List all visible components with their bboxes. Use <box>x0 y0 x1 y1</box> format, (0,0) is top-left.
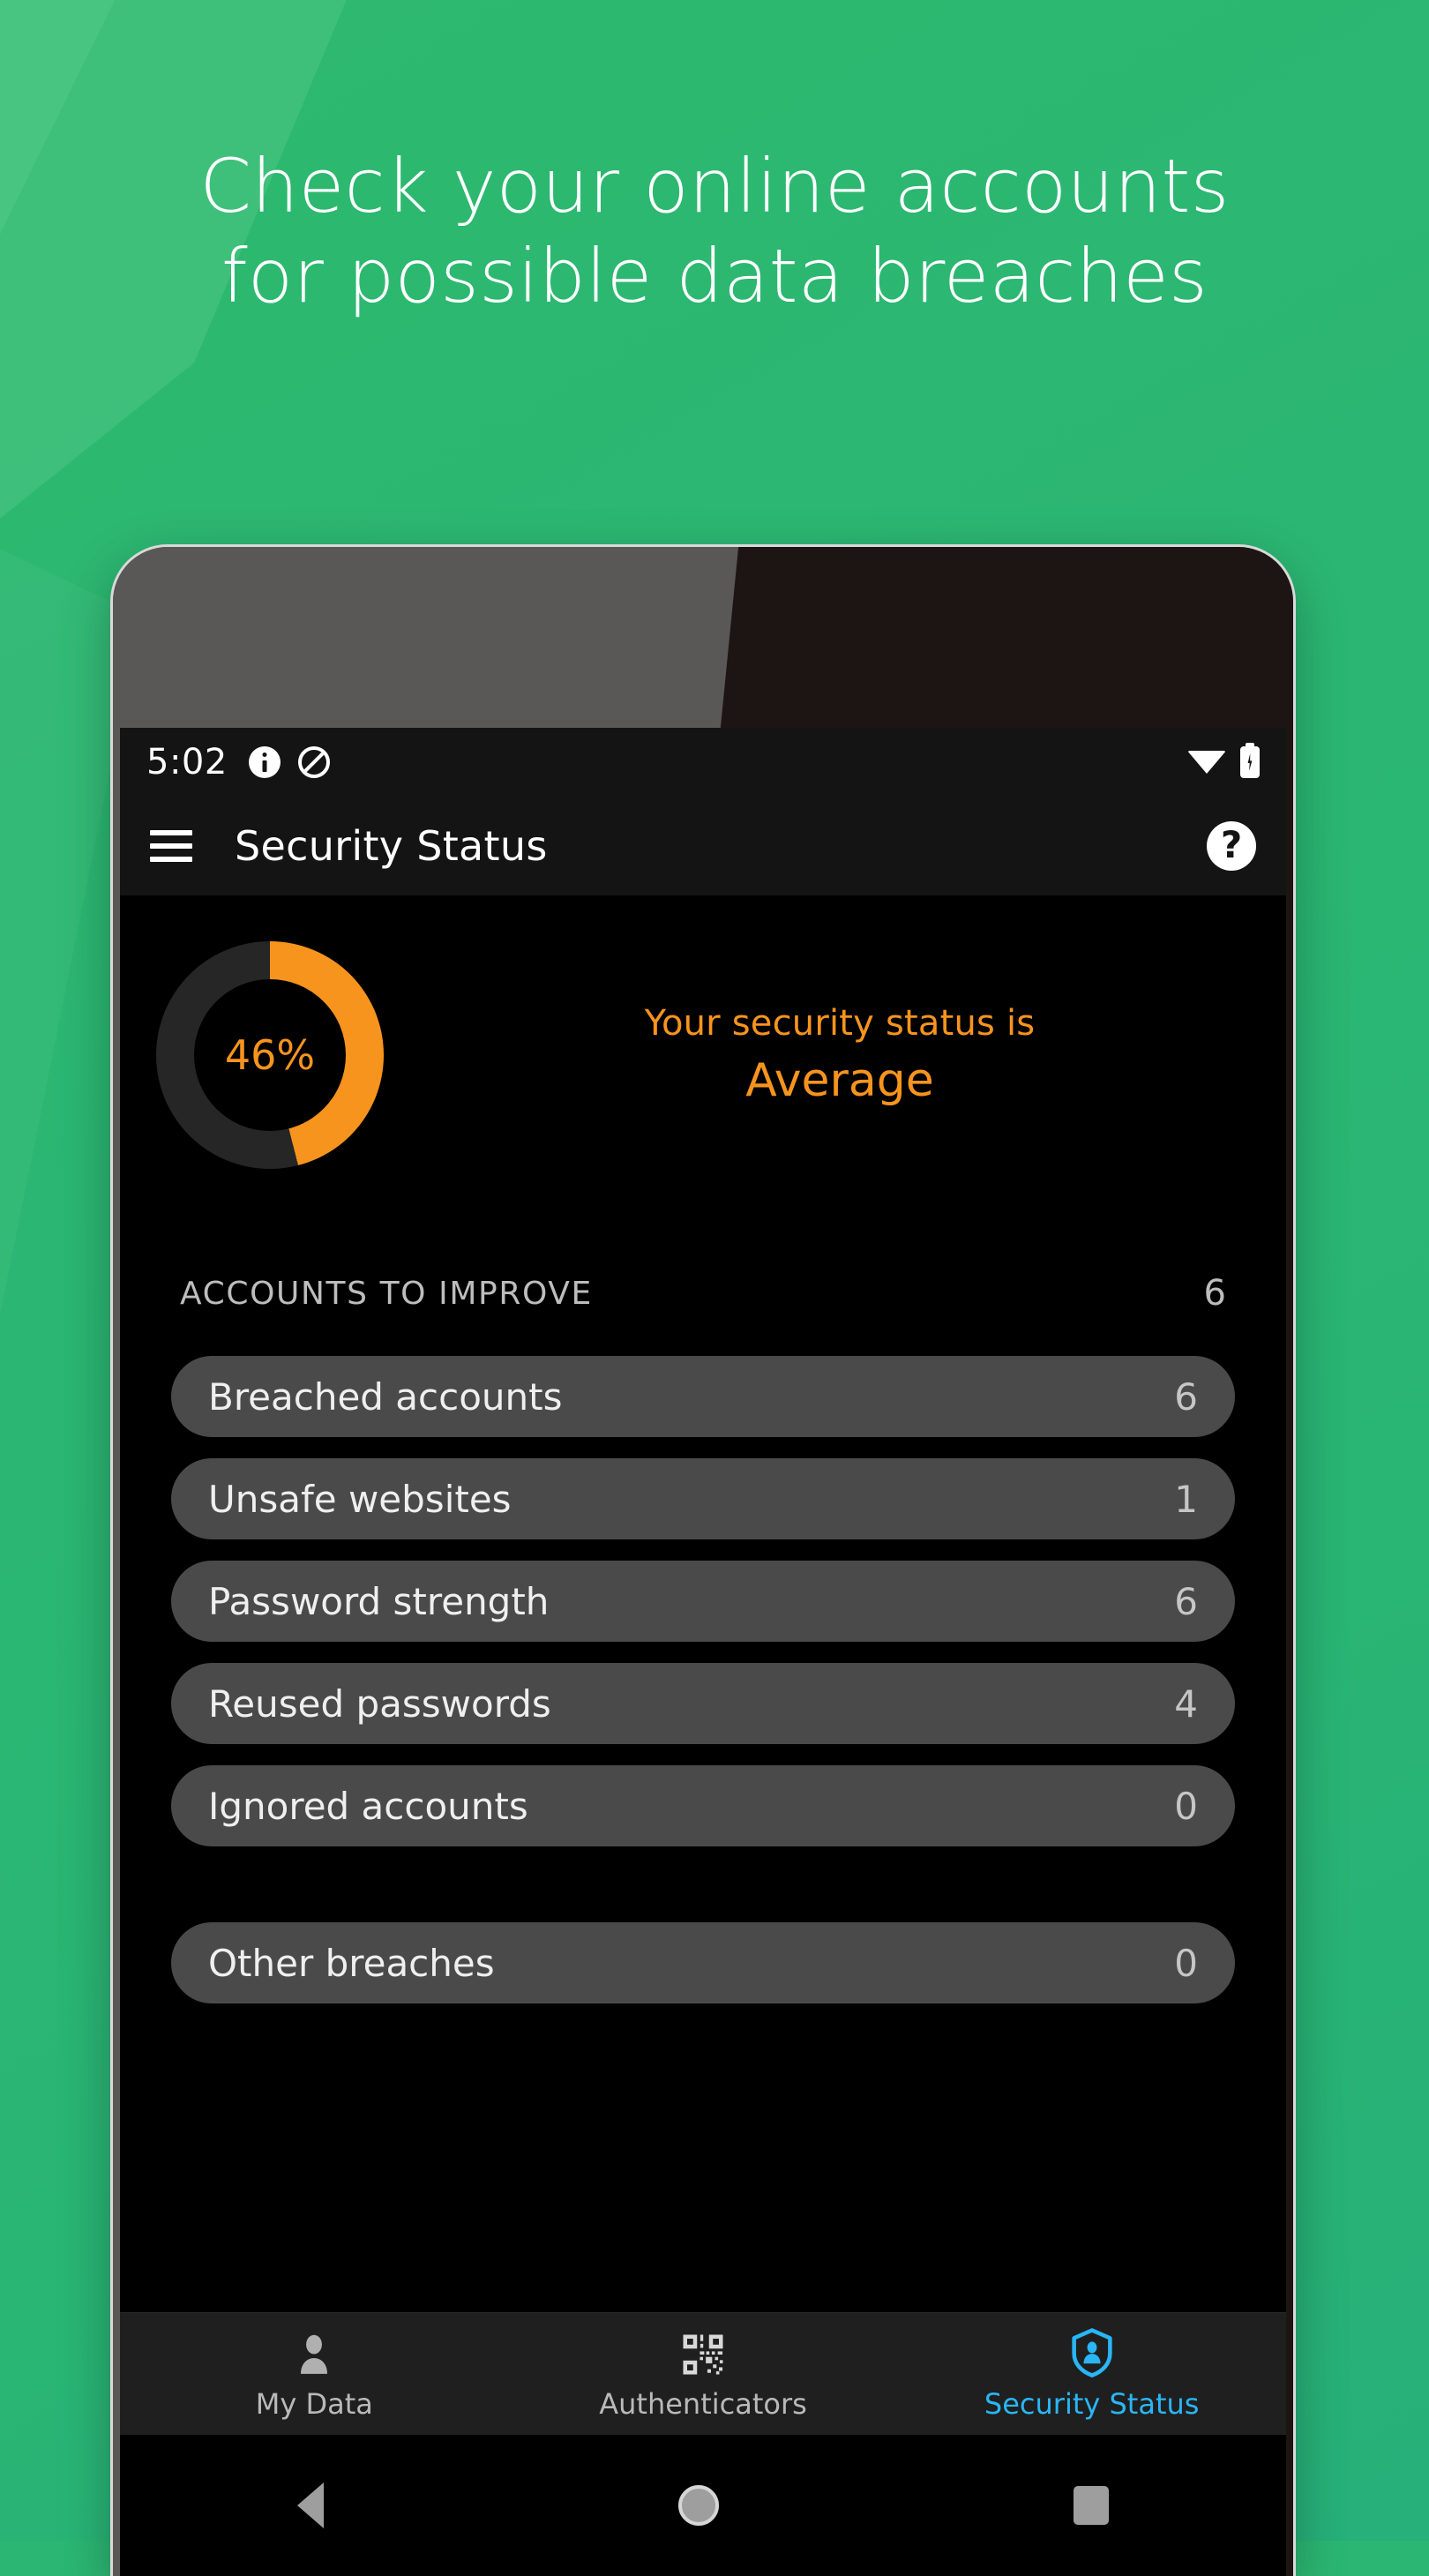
info-icon <box>248 746 281 778</box>
row-count: 0 <box>1174 1941 1198 1985</box>
donut-center-label: 46% <box>224 1031 316 1079</box>
row-label: Password strength <box>208 1579 550 1623</box>
phone-mockup: 5:02 Security Status ? 46% Your security… <box>113 547 1293 2576</box>
status-value-label: Average <box>745 1054 934 1107</box>
row-label: Other breaches <box>208 1941 495 1985</box>
row-count: 6 <box>1174 1579 1198 1623</box>
nav-label: Security Status <box>984 2387 1200 2421</box>
row-label: Unsafe websites <box>208 1477 512 1521</box>
bottom-navigation-bar: My Data Authenticators Security Status <box>120 2312 1286 2435</box>
qr-code-icon <box>679 2327 727 2378</box>
do-not-disturb-icon <box>297 746 330 778</box>
app-bar: Security Status ? <box>120 797 1286 895</box>
improve-list: Breached accounts 6 Unsafe websites 1 Pa… <box>120 1356 1286 2003</box>
phone-screen: 5:02 Security Status ? 46% Your security… <box>120 728 1286 2576</box>
android-status-bar: 5:02 <box>120 728 1286 797</box>
table-row[interactable]: Ignored accounts 0 <box>171 1765 1235 1846</box>
nav-item-my-data[interactable]: My Data <box>120 2327 509 2421</box>
row-label: Breached accounts <box>208 1374 563 1419</box>
row-count: 1 <box>1174 1477 1198 1521</box>
table-row[interactable]: Breached accounts 6 <box>171 1356 1235 1437</box>
hamburger-menu-icon[interactable] <box>150 830 192 862</box>
help-icon-glyph: ? <box>1220 823 1243 866</box>
status-right-icons <box>1187 746 1260 778</box>
table-row[interactable]: Password strength 6 <box>171 1561 1235 1642</box>
back-triangle-icon[interactable] <box>297 2482 324 2528</box>
nav-label: My Data <box>255 2387 373 2421</box>
wifi-icon <box>1187 751 1226 774</box>
row-count: 6 <box>1174 1374 1198 1419</box>
donut-chart-container: 46% <box>120 941 420 1169</box>
nav-item-security-status[interactable]: Security Status <box>897 2327 1286 2421</box>
person-icon <box>292 2327 336 2378</box>
battery-charging-icon <box>1240 746 1260 778</box>
status-prefix-label: Your security status is <box>644 1003 1036 1044</box>
row-label: Reused passwords <box>208 1681 551 1726</box>
home-circle-icon[interactable] <box>678 2485 719 2526</box>
security-score-section: 46% Your security status is Average <box>120 895 1286 1169</box>
security-status-content: 46% Your security status is Average ACCO… <box>120 895 1286 2435</box>
accounts-to-improve-header: ACCOUNTS TO IMPROVE 6 <box>120 1273 1286 1314</box>
nav-item-authenticators[interactable]: Authenticators <box>509 2327 898 2421</box>
promo-headline: Check your online accounts for possible … <box>199 143 1230 320</box>
help-icon[interactable]: ? <box>1207 821 1256 871</box>
table-row[interactable]: Reused passwords 4 <box>171 1663 1235 1744</box>
section-title: ACCOUNTS TO IMPROVE <box>180 1275 593 1312</box>
table-row[interactable]: Unsafe websites 1 <box>171 1458 1235 1539</box>
page-title: Security Status <box>235 822 548 870</box>
recents-square-icon[interactable] <box>1074 2486 1109 2525</box>
security-score-donut-chart: 46% <box>156 941 384 1169</box>
row-label: Ignored accounts <box>208 1784 528 1828</box>
nav-label: Authenticators <box>599 2387 807 2421</box>
android-navigation-bar <box>120 2435 1286 2576</box>
status-left-icons <box>248 746 330 778</box>
status-clock: 5:02 <box>146 742 228 783</box>
section-count: 6 <box>1203 1273 1226 1314</box>
security-status-text: Your security status is Average <box>420 1003 1286 1107</box>
shield-person-icon <box>1069 2327 1115 2378</box>
other-breaches-row[interactable]: Other breaches 0 <box>171 1922 1235 2003</box>
row-count: 4 <box>1174 1681 1198 1726</box>
row-count: 0 <box>1174 1784 1198 1828</box>
